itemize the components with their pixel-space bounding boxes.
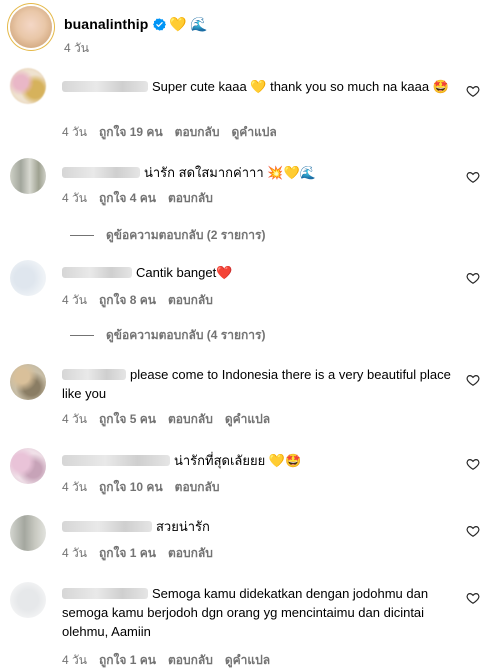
reply-button[interactable]: ตอบกลับ: [168, 410, 213, 429]
like-heart-icon[interactable]: [466, 84, 480, 98]
comment-text-block: Semoga kamu didekatkan dengan jodohmu da…: [62, 584, 472, 641]
comment-meta: 4 วัน ถูกใจ 5 คน ตอบกลับ ดูคำแปล: [62, 410, 270, 429]
like-heart-icon[interactable]: [466, 457, 480, 471]
comment-meta: 4 วัน ถูกใจ 4 คน ตอบกลับ: [62, 189, 213, 208]
comment-time: 4 วัน: [62, 412, 87, 426]
view-replies-button[interactable]: ดูข้อความตอบกลับ (4 รายการ): [70, 326, 265, 345]
comment-text-block: please come to Indonesia there is a very…: [62, 365, 472, 403]
commenter-avatar[interactable]: [10, 158, 46, 194]
comment-time: 4 วัน: [62, 191, 87, 205]
comment-meta: 4 วัน ถูกใจ 10 คน ตอบกลับ: [62, 478, 220, 497]
commenter-username-blurred[interactable]: [62, 455, 170, 466]
replies-divider-line: [70, 235, 94, 236]
comment-text: สวยน่ารัก: [156, 519, 210, 534]
comment-meta: 4 วัน ถูกใจ 1 คน ตอบกลับ ดูคำแปล: [62, 651, 270, 670]
reply-button[interactable]: ตอบกลับ: [168, 544, 213, 563]
commenter-username-blurred[interactable]: [62, 588, 148, 599]
comment-text-block: Super cute kaaa 💛 thank you so much na k…: [62, 77, 472, 96]
comment-time: 4 วัน: [62, 546, 87, 560]
commenter-avatar[interactable]: [10, 68, 46, 104]
like-heart-icon[interactable]: [466, 524, 480, 538]
translate-button[interactable]: ดูคำแปล: [225, 651, 270, 670]
comment-text: น่ารักที่สุดเลัยยย 💛🤩: [174, 453, 302, 468]
comment-time: 4 วัน: [62, 653, 87, 667]
commenter-avatar[interactable]: [10, 515, 46, 551]
like-heart-icon[interactable]: [466, 271, 480, 285]
comment-meta: 4 วัน ถูกใจ 8 คน ตอบกลับ: [62, 291, 213, 310]
comment-item: สวยน่ารัก 4 วัน ถูกใจ 1 คน ตอบกลับ: [10, 513, 480, 563]
comment-text-block: สวยน่ารัก: [62, 517, 472, 536]
post-time: 4 วัน: [64, 41, 89, 55]
likes-count[interactable]: ถูกใจ 1 คน: [99, 651, 156, 670]
translate-button[interactable]: ดูคำแปล: [225, 410, 270, 429]
likes-count[interactable]: ถูกใจ 8 คน: [99, 291, 156, 310]
author-name[interactable]: buanalinthip: [64, 16, 148, 32]
reply-button[interactable]: ตอบกลับ: [168, 291, 213, 310]
commenter-username-blurred[interactable]: [62, 167, 140, 178]
likes-count[interactable]: ถูกใจ 1 คน: [99, 544, 156, 563]
reply-button[interactable]: ตอบกลับ: [175, 478, 220, 497]
view-replies-label: ดูข้อความตอบกลับ (4 รายการ): [106, 328, 266, 342]
reply-button[interactable]: ตอบกลับ: [168, 189, 213, 208]
comment-item: Cantik banget❤️ 4 วัน ถูกใจ 8 คน ตอบกลับ…: [10, 258, 480, 348]
view-replies-button[interactable]: ดูข้อความตอบกลับ (2 รายการ): [70, 226, 265, 245]
yellow-heart-emoji: 💛: [169, 16, 187, 32]
like-heart-icon[interactable]: [466, 373, 480, 387]
view-replies-label: ดูข้อความตอบกลับ (2 รายการ): [106, 228, 266, 242]
commenter-username-blurred[interactable]: [62, 369, 126, 380]
commenter-avatar[interactable]: [10, 448, 46, 484]
comment-text: Super cute kaaa 💛 thank you so much na k…: [152, 79, 449, 94]
replies-divider-line: [70, 335, 94, 336]
likes-count[interactable]: ถูกใจ 19 คน: [99, 123, 163, 142]
commenter-username-blurred[interactable]: [62, 267, 132, 278]
post-header: buanalinthip 💛 🌊 4 วัน: [10, 6, 480, 56]
comment-time: 4 วัน: [62, 125, 87, 139]
commenter-avatar[interactable]: [10, 364, 46, 400]
comment-text: Cantik banget❤️: [136, 265, 233, 280]
author-avatar[interactable]: [10, 6, 52, 48]
comment-text-block: น่ารักที่สุดเลัยยย 💛🤩: [62, 451, 472, 470]
commenter-username-blurred[interactable]: [62, 81, 148, 92]
like-heart-icon[interactable]: [466, 591, 480, 605]
comment-item: please come to Indonesia there is a very…: [10, 362, 480, 432]
translate-button[interactable]: ดูคำแปล: [232, 123, 277, 142]
reply-button[interactable]: ตอบกลับ: [175, 123, 220, 142]
commenter-avatar[interactable]: [10, 260, 46, 296]
comment-text-block: น่ารัก สดใสมากค่าาา 💥💛🌊: [62, 163, 472, 182]
comment-time: 4 วัน: [62, 480, 87, 494]
comment-time: 4 วัน: [62, 293, 87, 307]
commenter-avatar[interactable]: [10, 582, 46, 618]
likes-count[interactable]: ถูกใจ 4 คน: [99, 189, 156, 208]
verified-badge-icon: [153, 17, 167, 31]
comment-item: Super cute kaaa 💛 thank you so much na k…: [10, 66, 480, 141]
reply-button[interactable]: ตอบกลับ: [168, 651, 213, 670]
author-username[interactable]: buanalinthip 💛 🌊: [64, 16, 208, 32]
likes-count[interactable]: ถูกใจ 10 คน: [99, 478, 163, 497]
comment-text: น่ารัก สดใสมากค่าาา 💥💛🌊: [144, 165, 316, 180]
like-heart-icon[interactable]: [466, 170, 480, 184]
comment-meta: 4 วัน ถูกใจ 19 คน ตอบกลับ ดูคำแปล: [62, 123, 277, 142]
likes-count[interactable]: ถูกใจ 5 คน: [99, 410, 156, 429]
comment-meta: 4 วัน ถูกใจ 1 คน ตอบกลับ: [62, 544, 213, 563]
comment-item: น่ารัก สดใสมากค่าาา 💥💛🌊 4 วัน ถูกใจ 4 คน…: [10, 156, 480, 246]
comment-item: น่ารักที่สุดเลัยยย 💛🤩 4 วัน ถูกใจ 10 คน …: [10, 446, 480, 496]
comment-text-block: Cantik banget❤️: [62, 263, 472, 282]
wave-emoji: 🌊: [189, 16, 208, 32]
commenter-username-blurred[interactable]: [62, 521, 152, 532]
comment-item: Semoga kamu didekatkan dengan jodohmu da…: [10, 580, 480, 668]
